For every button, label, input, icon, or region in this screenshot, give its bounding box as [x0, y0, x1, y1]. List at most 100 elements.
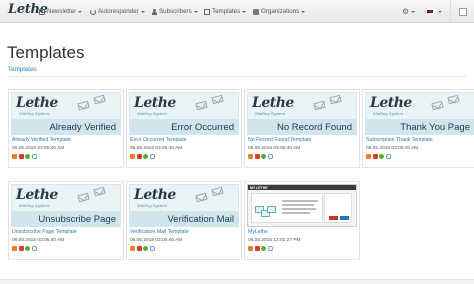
chevron-down-icon: [301, 10, 306, 13]
uk-flag-icon: [426, 9, 434, 14]
nav-newsletter-label: Newsletter: [47, 8, 77, 15]
delete-icon[interactable]: [254, 246, 260, 251]
template-name[interactable]: Already Verified Template: [12, 137, 71, 143]
settings-menu[interactable]: ⚙: [402, 0, 416, 23]
template-actions: [248, 154, 273, 159]
envelope-icon: [431, 100, 444, 111]
refresh-icon: [90, 8, 96, 15]
template-name[interactable]: Error Occurred Template: [130, 137, 187, 143]
template-card: Lethe Mailing System Already Verified Al…: [8, 89, 124, 168]
edit-icon[interactable]: [130, 154, 135, 159]
envelope-icon: [211, 94, 224, 105]
user-menu[interactable]: [450, 0, 474, 23]
template-name[interactable]: MyLethe: [248, 229, 268, 235]
thumb-caption: Error Occurred: [171, 122, 234, 133]
envelope-icon: [329, 94, 342, 105]
template-actions: [130, 246, 155, 251]
envelope-icon: [447, 94, 460, 105]
edit-icon[interactable]: [12, 154, 17, 159]
edit-icon[interactable]: [12, 246, 17, 251]
top-navbar: Lethe Newsletter Autoresponder Subscribe…: [0, 0, 474, 23]
delete-icon[interactable]: [372, 154, 378, 159]
template-name[interactable]: Verification Mail Template: [130, 229, 189, 235]
preview-icon[interactable]: [143, 246, 148, 251]
chevron-down-icon: [140, 10, 145, 13]
nav-organizations-label: Organizations: [261, 8, 300, 15]
thumb-brand: MY LETHE: [250, 185, 268, 190]
nav-newsletter[interactable]: Newsletter: [39, 0, 83, 23]
delete-icon[interactable]: [136, 246, 142, 251]
gear-icon: ⚙: [402, 7, 410, 16]
envelope-icon: [93, 94, 106, 105]
template-card: Lethe Mailing System Error Occurred Erro…: [126, 89, 242, 168]
preview-icon[interactable]: [25, 154, 30, 159]
nav-subscribers[interactable]: Subscribers: [151, 0, 198, 23]
template-date: 06.05.2015 03:05:40 AM: [12, 238, 65, 243]
template-thumbnail[interactable]: Lethe Mailing System Error Occurred: [129, 92, 239, 135]
envelope-icon: [267, 206, 276, 213]
footer-bar: [0, 279, 474, 284]
breadcrumb[interactable]: Templates: [8, 66, 37, 73]
link-icon[interactable]: [267, 154, 273, 159]
envelope-icon: [195, 100, 208, 111]
template-thumbnail[interactable]: Lethe Mailing System Unsubscribe Page: [11, 184, 121, 227]
template-date: 06.05.2015 03:05:40 AM: [366, 146, 419, 151]
template-thumbnail[interactable]: MY LETHE: [247, 184, 357, 227]
nav-autoresponder[interactable]: Autoresponder: [90, 0, 145, 23]
delete-icon[interactable]: [18, 246, 24, 251]
link-icon[interactable]: [31, 154, 37, 159]
template-name[interactable]: Unsubscribe Page Template: [12, 229, 77, 235]
link-icon[interactable]: [149, 246, 155, 251]
template-actions: [248, 246, 273, 251]
page-title: Templates: [7, 43, 85, 62]
template-date: 06.05.2015 12:01:27 PM: [248, 238, 301, 243]
preview-icon[interactable]: [379, 154, 384, 159]
thumb-logo: Lethe: [370, 95, 412, 111]
preview-icon[interactable]: [25, 246, 30, 251]
template-card: Lethe Mailing System Unsubscribe Page Un…: [8, 181, 124, 260]
preview-icon[interactable]: [143, 154, 148, 159]
link-icon[interactable]: [385, 154, 391, 159]
thumb-hero: [251, 193, 323, 223]
thumb-tagline: Mailing System: [19, 111, 49, 116]
delete-icon[interactable]: [254, 154, 260, 159]
nav-organizations[interactable]: Organizations: [253, 0, 306, 23]
edit-icon[interactable]: [248, 154, 253, 159]
thumb-caption: Thank You Page: [400, 122, 470, 133]
template-thumbnail[interactable]: Lethe Mailing System No Record Found: [247, 92, 357, 135]
link-icon[interactable]: [149, 154, 155, 159]
thumb-logo: Lethe: [16, 187, 58, 203]
language-menu[interactable]: [426, 0, 442, 23]
edit-icon[interactable]: [248, 246, 253, 251]
template-date: 06.05.2015 03:05:40 AM: [12, 146, 65, 151]
template-thumbnail[interactable]: Lethe Mailing System Thank You Page: [365, 92, 474, 135]
template-thumbnail[interactable]: Lethe Mailing System Already Verified: [11, 92, 121, 135]
link-icon[interactable]: [267, 246, 273, 251]
envelope-icon: [39, 8, 45, 15]
edit-icon[interactable]: [366, 154, 371, 159]
delete-icon[interactable]: [136, 154, 142, 159]
delete-icon[interactable]: [18, 154, 24, 159]
envelope-icon: [313, 100, 326, 111]
template-card: MY LETHE MyLethe 06.05.2015 12:01:27 PM: [244, 181, 360, 260]
template-actions: [366, 154, 391, 159]
edit-icon[interactable]: [130, 246, 135, 251]
thumb-tagline: Mailing System: [137, 111, 167, 116]
user-menu-icon: [458, 7, 467, 16]
template-date: 06.05.2015 03:05:40 AM: [130, 238, 183, 243]
nav-templates-label: Templates: [212, 8, 241, 15]
chevron-down-icon: [438, 10, 442, 13]
chevron-down-icon: [193, 10, 198, 13]
envelope-icon: [77, 100, 90, 111]
nav-subscribers-label: Subscribers: [159, 8, 192, 15]
template-name[interactable]: No Record Found Template: [248, 137, 311, 143]
template-thumbnail[interactable]: Lethe Mailing System Verification Mail: [129, 184, 239, 227]
nav-templates[interactable]: Templates: [204, 0, 247, 23]
chevron-down-icon: [242, 10, 247, 13]
template-name[interactable]: Subscription Thank Template: [366, 137, 433, 143]
thumb-tagline: Mailing System: [373, 111, 403, 116]
envelope-icon: [211, 186, 224, 197]
preview-icon[interactable]: [261, 154, 266, 159]
link-icon[interactable]: [31, 246, 37, 251]
preview-icon[interactable]: [261, 246, 266, 251]
